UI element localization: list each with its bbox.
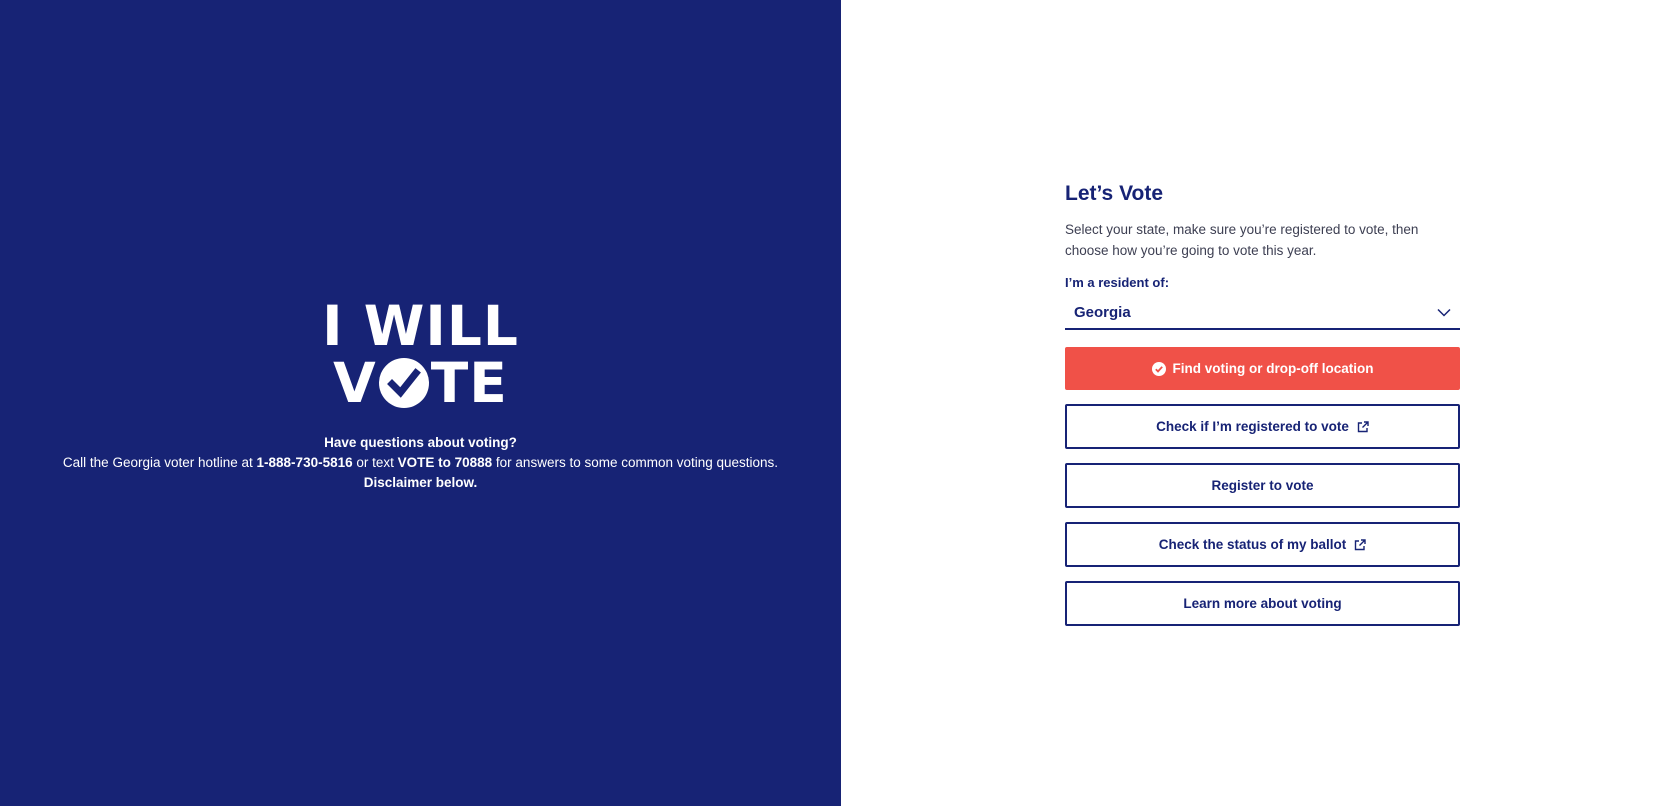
check-registered-label: Check if I’m registered to vote bbox=[1156, 419, 1349, 434]
form-description: Select your state, make sure you’re regi… bbox=[1065, 222, 1419, 258]
state-select[interactable]: Georgia bbox=[1065, 297, 1460, 330]
hotline-text-part-2: or text bbox=[352, 455, 398, 470]
hotline-phone: 1-888-730-5816 bbox=[256, 455, 353, 470]
checkmark-o-icon bbox=[378, 358, 429, 408]
logo-line-2: V TE bbox=[333, 355, 508, 411]
hotline-info: Have questions about voting? Call the Ge… bbox=[0, 433, 841, 493]
external-link-icon bbox=[1357, 420, 1369, 433]
check-registered-button[interactable]: Check if I’m registered to vote bbox=[1065, 404, 1460, 449]
state-select-value: Georgia bbox=[1074, 304, 1131, 321]
lets-vote-form: Let’s Vote Select your state, make sure … bbox=[1065, 180, 1460, 626]
learn-more-label: Learn more about voting bbox=[1183, 596, 1342, 611]
find-location-label: Find voting or drop-off location bbox=[1172, 361, 1374, 376]
hotline-sms: VOTE to 70888 bbox=[397, 455, 493, 470]
disclaimer-note: Disclaimer below. bbox=[363, 475, 478, 490]
check-circle-icon bbox=[1151, 361, 1166, 376]
hotline-heading: Have questions about voting? bbox=[324, 435, 517, 450]
register-label: Register to vote bbox=[1211, 478, 1314, 493]
hotline-text: Call the Georgia voter hotline at 1-888-… bbox=[0, 453, 841, 473]
hotline-text-part-1: Call the Georgia voter hotline at bbox=[62, 455, 257, 470]
external-link-icon bbox=[1354, 538, 1366, 551]
hotline-text-part-3: for answers to some common voting questi… bbox=[492, 455, 779, 470]
find-location-button[interactable]: Find voting or drop-off location bbox=[1065, 347, 1460, 390]
logo-letter-v: V bbox=[333, 351, 377, 415]
page-title: Let’s Vote bbox=[1065, 182, 1164, 205]
i-will-vote-logo: I WILL V TE bbox=[0, 298, 841, 411]
ballot-status-label: Check the status of my ballot bbox=[1158, 537, 1347, 552]
chevron-down-icon bbox=[1437, 306, 1451, 320]
logo-letters-te: TE bbox=[430, 351, 508, 415]
resident-label: I’m a resident of: bbox=[1065, 275, 1170, 290]
logo-line-1: I WILL bbox=[322, 294, 519, 358]
right-panel: Let’s Vote Select your state, make sure … bbox=[841, 0, 1671, 806]
ballot-status-button[interactable]: Check the status of my ballot bbox=[1065, 522, 1460, 567]
learn-more-button[interactable]: Learn more about voting bbox=[1065, 581, 1460, 626]
register-button[interactable]: Register to vote bbox=[1065, 463, 1460, 508]
left-panel: I WILL V TE Have questions about voting?… bbox=[0, 0, 841, 806]
